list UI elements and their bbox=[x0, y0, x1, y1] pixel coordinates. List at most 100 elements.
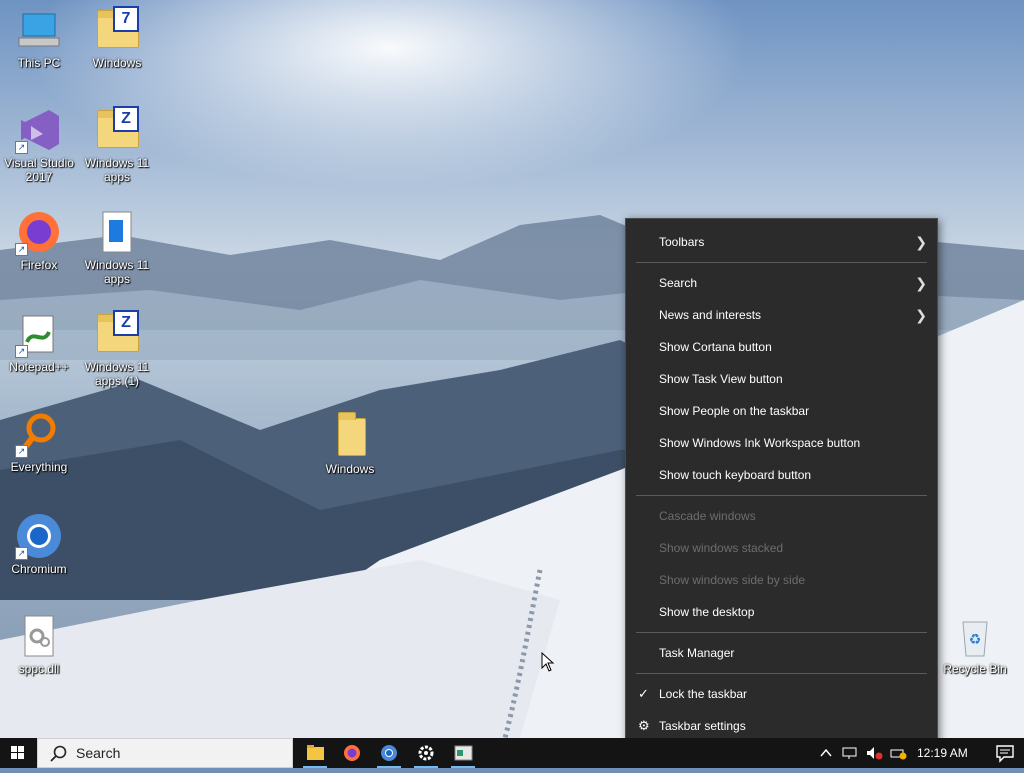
dll-file-icon bbox=[15, 612, 63, 660]
taskbar-app-firefox[interactable] bbox=[334, 738, 370, 768]
menu-item-label: Show People on the taskbar bbox=[659, 404, 810, 418]
desktop-icon-chromium[interactable]: ↗ Chromium bbox=[0, 512, 78, 576]
menu-separator bbox=[636, 262, 927, 263]
network-icon[interactable] bbox=[841, 745, 859, 761]
menu-item-label: Show Windows Ink Workspace button bbox=[659, 436, 861, 450]
desktop-icon-everything[interactable]: ↗ Everything bbox=[0, 410, 78, 474]
desktop-icon-label: Windows 11 apps bbox=[84, 156, 150, 184]
desktop-icon-windows-folder-center[interactable]: Windows bbox=[311, 412, 389, 476]
chromium-icon bbox=[381, 745, 397, 761]
desktop-icon-visual-studio[interactable]: ↗ Visual Studio 2017 bbox=[0, 106, 78, 184]
volume-muted-icon[interactable] bbox=[865, 745, 883, 761]
desktop-icon-windows-11-apps-1[interactable]: Z Windows 11 apps (1) bbox=[78, 310, 156, 388]
menu-item-label: Search bbox=[659, 276, 698, 290]
battery-warning-icon[interactable] bbox=[889, 745, 907, 761]
folder-icon: 7 bbox=[93, 6, 141, 54]
menu-item-show-touch-keyboard[interactable]: Show touch keyboard button bbox=[626, 462, 937, 488]
desktop-icon-label: Chromium bbox=[11, 562, 67, 576]
menu-item-show-cortana-button[interactable]: Show Cortana button bbox=[626, 334, 937, 360]
recycle-bin-icon: ♻ bbox=[951, 612, 999, 660]
taskbar-clock[interactable]: 12:19 AM bbox=[917, 746, 968, 760]
menu-item-show-windows-side-by-side: Show windows side by side bbox=[626, 567, 937, 593]
menu-item-lock-the-taskbar[interactable]: ✓ Lock the taskbar bbox=[626, 681, 937, 707]
folder-icon bbox=[326, 412, 374, 460]
menu-item-taskbar-settings[interactable]: ⚙ Taskbar settings bbox=[626, 713, 937, 739]
taskbar[interactable]: Search 12:19 AM bbox=[0, 738, 1024, 768]
menu-item-show-windows-stacked: Show windows stacked bbox=[626, 535, 937, 561]
menu-item-label: Lock the taskbar bbox=[659, 687, 748, 701]
menu-separator bbox=[636, 495, 927, 496]
menu-item-label: Show Cortana button bbox=[659, 340, 772, 354]
desktop-icon-firefox[interactable]: ↗ Firefox bbox=[0, 208, 78, 272]
taskbar-app-file-explorer[interactable] bbox=[297, 738, 333, 768]
menu-item-show-the-desktop[interactable]: Show the desktop bbox=[626, 599, 937, 625]
search-icon bbox=[50, 745, 67, 762]
menu-item-label: Show windows side by side bbox=[659, 573, 806, 587]
firefox-icon: ↗ bbox=[15, 208, 63, 256]
gear-icon: ⚙ bbox=[638, 718, 650, 733]
settings-icon bbox=[418, 745, 434, 761]
menu-separator bbox=[636, 632, 927, 633]
desktop-icon-windows-folder[interactable]: 7 Windows bbox=[78, 6, 156, 70]
menu-item-label: Task Manager bbox=[659, 646, 735, 660]
mouse-cursor-icon bbox=[541, 652, 555, 672]
desktop-icon-label: Firefox bbox=[20, 258, 58, 272]
desktop-icon-recycle-bin[interactable]: ♻ Recycle Bin bbox=[936, 612, 1014, 676]
desktop-icon-windows-11-apps[interactable]: Z Windows 11 apps bbox=[78, 106, 156, 184]
chevron-right-icon: ❯ bbox=[915, 275, 927, 291]
desktop-icon-sppc-dll[interactable]: sppc.dll bbox=[0, 612, 78, 676]
menu-item-show-ink-workspace[interactable]: Show Windows Ink Workspace button bbox=[626, 430, 937, 456]
desktop-icon-label: Windows 11 apps (1) bbox=[84, 360, 150, 388]
chevron-up-icon[interactable] bbox=[819, 746, 833, 760]
file-icon bbox=[93, 208, 141, 256]
visual-studio-icon: ↗ bbox=[15, 106, 63, 154]
taskbar-app-settings[interactable] bbox=[408, 738, 444, 768]
notification-icon bbox=[996, 745, 1014, 763]
windows-logo-icon bbox=[11, 746, 24, 759]
desktop-icon-label: Notepad++ bbox=[9, 360, 69, 374]
menu-item-label: Show touch keyboard button bbox=[659, 468, 812, 482]
menu-separator bbox=[636, 673, 927, 674]
taskbar-search-box[interactable]: Search bbox=[37, 738, 293, 768]
desktop-icon-label: Visual Studio 2017 bbox=[4, 156, 74, 184]
svg-text:♻: ♻ bbox=[969, 631, 982, 647]
firefox-icon bbox=[344, 745, 360, 761]
menu-item-label: News and interests bbox=[659, 308, 762, 322]
menu-item-label: Show the desktop bbox=[659, 605, 755, 619]
desktop-icon-label: Recycle Bin bbox=[943, 662, 1007, 676]
desktop-icon-label: sppc.dll bbox=[18, 662, 60, 676]
start-button[interactable] bbox=[0, 738, 36, 768]
menu-item-label: Cascade windows bbox=[659, 509, 756, 523]
menu-item-toolbars[interactable]: Toolbars ❯ bbox=[626, 229, 937, 255]
chevron-right-icon: ❯ bbox=[915, 234, 927, 250]
desktop-icon-label: Windows bbox=[325, 462, 375, 476]
desktop-icon-this-pc[interactable]: This PC bbox=[0, 6, 78, 70]
app-window-icon bbox=[454, 745, 473, 761]
notepad-plus-plus-icon: ↗ bbox=[15, 310, 63, 358]
system-tray: 12:19 AM bbox=[815, 738, 1024, 768]
file-explorer-icon bbox=[307, 745, 324, 760]
menu-item-label: Taskbar settings bbox=[659, 719, 746, 733]
desktop-icon-notepad-plus-plus[interactable]: ↗ Notepad++ bbox=[0, 310, 78, 374]
desktop-icon-label: Everything bbox=[10, 460, 68, 474]
everything-search-icon: ↗ bbox=[15, 410, 63, 458]
menu-item-show-people[interactable]: Show People on the taskbar bbox=[626, 398, 937, 424]
folder-icon: Z bbox=[93, 310, 141, 358]
menu-item-search[interactable]: Search ❯ bbox=[626, 270, 937, 296]
desktop-icon-label: Windows 11 apps bbox=[84, 258, 150, 286]
chromium-icon: ↗ bbox=[15, 512, 63, 560]
desktop-icon-label: Windows bbox=[92, 56, 142, 70]
action-center-button[interactable] bbox=[986, 738, 1024, 768]
menu-item-show-task-view-button[interactable]: Show Task View button bbox=[626, 366, 937, 392]
menu-item-task-manager[interactable]: Task Manager bbox=[626, 640, 937, 666]
search-placeholder: Search bbox=[76, 745, 121, 761]
taskbar-app-chromium[interactable] bbox=[371, 738, 407, 768]
menu-item-label: Toolbars bbox=[659, 235, 705, 249]
computer-icon bbox=[15, 6, 63, 54]
menu-item-news-and-interests[interactable]: News and interests ❯ bbox=[626, 302, 937, 328]
checkmark-icon: ✓ bbox=[638, 686, 649, 701]
desktop-icon-windows-11-apps-file[interactable]: Windows 11 apps bbox=[78, 208, 156, 286]
desktop-icon-label: This PC bbox=[17, 56, 61, 70]
taskbar-app-window[interactable] bbox=[445, 738, 481, 768]
folder-icon: Z bbox=[93, 106, 141, 154]
